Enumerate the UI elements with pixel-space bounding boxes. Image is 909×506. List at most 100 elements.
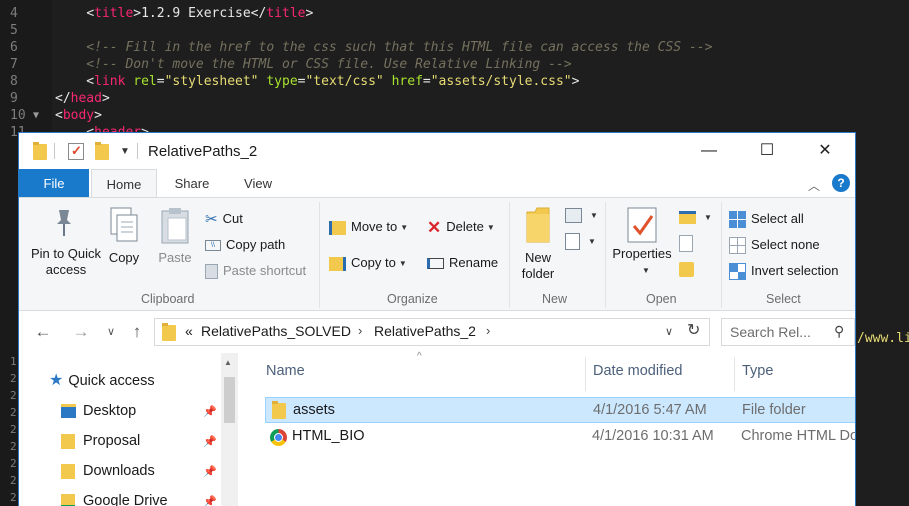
pin-label: Pin to Quick access bbox=[30, 246, 102, 277]
copy-to-label: Copy to bbox=[351, 255, 396, 270]
edit-icon bbox=[679, 235, 693, 253]
proposal-label: Proposal bbox=[83, 433, 141, 449]
desktop-folder-icon bbox=[61, 404, 76, 419]
file-date: 4/1/2016 5:47 AM bbox=[593, 402, 707, 418]
downloads-label: Downloads bbox=[83, 463, 155, 479]
recent-locations-chevron-icon[interactable]: ∨ bbox=[99, 320, 123, 344]
close-button[interactable]: ✕ bbox=[796, 133, 854, 169]
invert-selection-button[interactable]: Invert selection bbox=[729, 260, 838, 282]
pin-icon: 📌 bbox=[203, 466, 217, 478]
open-button[interactable]: ▼ bbox=[679, 206, 712, 228]
paste-shortcut-button[interactable]: Paste shortcut bbox=[205, 260, 306, 282]
address-bar[interactable]: « RelativePaths_SOLVED › RelativePaths_2… bbox=[154, 318, 710, 346]
scroll-up-arrow-icon[interactable]: ▲ bbox=[224, 358, 232, 367]
scrollbar-thumb[interactable] bbox=[224, 377, 235, 423]
paste-button[interactable]: Paste bbox=[153, 204, 197, 280]
fold-arrow-icon[interactable]: ▼ bbox=[33, 107, 39, 124]
move-to-chevron-down-icon: ▼ bbox=[400, 222, 409, 232]
nav-pane-scrollbar[interactable] bbox=[221, 353, 238, 506]
new-folder-button[interactable]: New folder bbox=[519, 204, 557, 281]
tab-home[interactable]: Home bbox=[91, 169, 157, 198]
up-arrow-icon[interactable]: ↑ bbox=[125, 320, 149, 344]
code-text: <!-- Don't move the HTML or CSS file. Us… bbox=[55, 57, 572, 72]
copy-to-icon bbox=[329, 256, 346, 271]
column-header-name[interactable]: Name bbox=[266, 363, 305, 379]
code-line: 9 </head> bbox=[0, 90, 909, 107]
pin-icon: 📌 bbox=[203, 406, 217, 418]
back-arrow-icon[interactable]: ← bbox=[31, 320, 55, 344]
column-separator[interactable] bbox=[734, 357, 735, 391]
file-type: File folder bbox=[742, 402, 806, 418]
properties-quick-icon[interactable] bbox=[68, 143, 84, 160]
google-drive-label: Google Drive bbox=[83, 493, 168, 506]
move-to-label: Move to bbox=[351, 219, 398, 234]
history-icon bbox=[679, 262, 694, 278]
tab-file[interactable]: File bbox=[19, 169, 89, 198]
file-name: assets bbox=[293, 402, 335, 418]
copy-label: Copy bbox=[108, 250, 140, 265]
select-none-button[interactable]: Select none bbox=[729, 234, 820, 256]
search-input[interactable]: Search Rel... bbox=[730, 324, 811, 340]
easy-access-icon bbox=[565, 233, 580, 251]
pin-to-quick-access-button[interactable]: Pin to Quick access bbox=[23, 204, 103, 280]
address-overflow[interactable]: « bbox=[185, 323, 193, 339]
rename-icon bbox=[427, 258, 444, 270]
breadcrumb-relativepaths-solved[interactable]: RelativePaths_SOLVED bbox=[201, 323, 351, 339]
maximize-button[interactable]: ☐ bbox=[738, 133, 796, 169]
folder-icon bbox=[61, 433, 75, 449]
column-separator[interactable] bbox=[585, 357, 586, 391]
column-header-date-modified[interactable]: Date modified bbox=[593, 363, 682, 379]
breadcrumb-chevron-icon[interactable]: › bbox=[486, 323, 490, 338]
copy-button[interactable]: Copy bbox=[103, 204, 145, 280]
select-all-button[interactable]: Select all bbox=[729, 208, 804, 230]
nav-item-google-drive[interactable]: Google Drive bbox=[61, 489, 168, 506]
properties-button[interactable]: Properties ▼ bbox=[609, 204, 675, 280]
code-line: 6 <!-- Fill in the href to the css such … bbox=[0, 39, 909, 56]
code-text: <title>1.2.9 Exercise</title> bbox=[86, 6, 314, 21]
easy-access-button[interactable]: ▼ bbox=[565, 230, 596, 252]
copy-icon bbox=[110, 207, 138, 242]
paste-shortcut-icon bbox=[205, 264, 218, 280]
history-button[interactable] bbox=[679, 258, 699, 280]
nav-item-desktop[interactable]: Desktop bbox=[61, 399, 136, 423]
delete-button[interactable]: ✕ Delete ▼ bbox=[427, 216, 495, 238]
address-history-chevron-icon[interactable]: ∨ bbox=[665, 325, 673, 338]
copy-path-label: Copy path bbox=[226, 237, 286, 252]
new-item-button[interactable]: ▼ bbox=[565, 204, 598, 226]
line-number: 2 bbox=[10, 423, 17, 436]
nav-item-quick-access[interactable]: ★ Quick access bbox=[49, 369, 155, 393]
edit-button[interactable] bbox=[679, 232, 698, 254]
file-name: HTML_BIO bbox=[292, 428, 365, 444]
file-row-html-bio[interactable]: HTML_BIO 4/1/2016 10:31 AM Chrome HTML D… bbox=[265, 424, 855, 450]
address-folder-icon bbox=[162, 323, 176, 341]
select-all-icon bbox=[729, 211, 746, 229]
forward-arrow-icon[interactable]: → bbox=[69, 320, 93, 344]
copy-path-button[interactable]: \\ Copy path bbox=[205, 234, 285, 256]
column-header-type[interactable]: Type bbox=[742, 363, 773, 379]
line-number: 2 bbox=[10, 474, 17, 487]
invert-selection-icon bbox=[729, 263, 746, 281]
minimize-button[interactable]: — bbox=[680, 133, 738, 169]
search-box[interactable]: Search Rel... ⚲ bbox=[721, 318, 855, 346]
tab-view[interactable]: View bbox=[229, 169, 287, 198]
clipboard-group-label: Clipboard bbox=[141, 292, 195, 306]
minimize-ribbon-chevron-icon[interactable]: ︿ bbox=[808, 177, 820, 194]
cut-button[interactable]: ✂ Cut bbox=[205, 208, 243, 230]
nav-item-downloads[interactable]: Downloads bbox=[61, 459, 155, 483]
copy-to-button[interactable]: Copy to ▼ bbox=[329, 252, 407, 274]
nav-item-proposal[interactable]: Proposal bbox=[61, 429, 140, 453]
breadcrumb-chevron-icon[interactable]: › bbox=[358, 323, 362, 338]
tab-share[interactable]: Share bbox=[162, 169, 222, 198]
help-icon[interactable]: ? bbox=[832, 174, 850, 192]
customize-toolbar-chevron-icon[interactable]: ▼ bbox=[120, 146, 130, 157]
rename-button[interactable]: Rename bbox=[427, 252, 498, 274]
new-item-chevron-down-icon: ▼ bbox=[590, 210, 598, 220]
properties-label: Properties bbox=[612, 246, 672, 261]
new-folder-quick-icon[interactable] bbox=[95, 142, 109, 160]
refresh-icon[interactable]: ↻ bbox=[687, 320, 700, 340]
file-row-assets[interactable]: assets 4/1/2016 5:47 AM File folder bbox=[265, 397, 855, 423]
move-to-button[interactable]: Move to ▼ bbox=[329, 216, 408, 238]
search-icon[interactable]: ⚲ bbox=[834, 323, 844, 340]
breadcrumb-relativepaths-2[interactable]: RelativePaths_2 bbox=[374, 323, 476, 339]
properties-icon bbox=[627, 207, 657, 243]
